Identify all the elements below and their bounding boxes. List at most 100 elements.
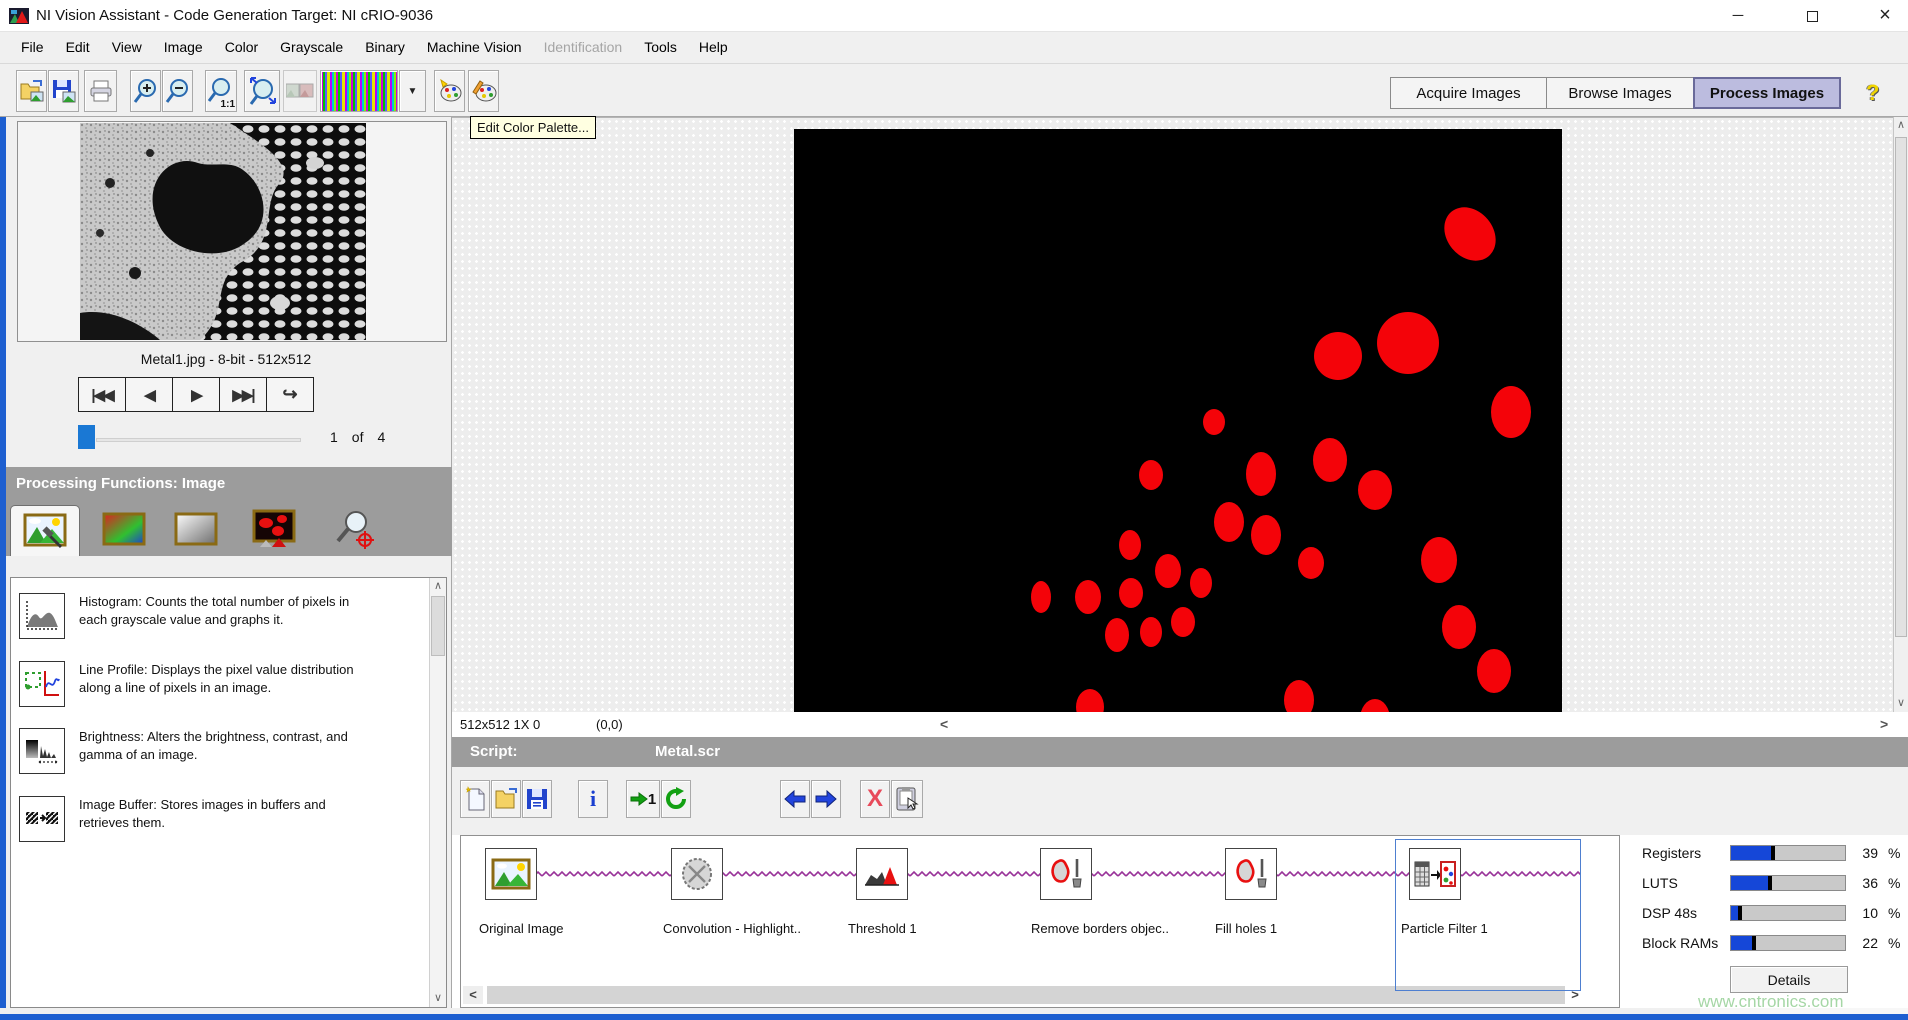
minimize-button[interactable]: ─ bbox=[1715, 0, 1761, 31]
tab-grayscale[interactable] bbox=[173, 511, 219, 547]
tab-color[interactable] bbox=[101, 511, 147, 547]
percent-unit: % bbox=[1888, 845, 1900, 861]
menu-machine-vision[interactable]: Machine Vision bbox=[416, 32, 533, 63]
menu-binary[interactable]: Binary bbox=[354, 32, 416, 63]
previous-image-button[interactable]: ◀ bbox=[125, 377, 173, 412]
help-button[interactable]: ? bbox=[1866, 80, 1879, 106]
menu-grayscale[interactable]: Grayscale bbox=[269, 32, 354, 63]
threshold-icon bbox=[863, 859, 901, 889]
new-script-button[interactable] bbox=[460, 780, 490, 818]
function-brightness[interactable]: Brightness: Alters the brightness, contr… bbox=[19, 728, 419, 774]
scroll-right-icon[interactable]: > bbox=[1880, 716, 1888, 732]
performance-meter-button[interactable] bbox=[891, 780, 923, 818]
image-slider-handle[interactable] bbox=[78, 425, 95, 449]
color-tab-icon bbox=[102, 512, 146, 546]
loop-images-button[interactable]: ↪ bbox=[266, 377, 314, 412]
zoom-out-button[interactable] bbox=[162, 70, 193, 112]
maximize-button[interactable] bbox=[1789, 0, 1835, 31]
open-folder-icon bbox=[19, 79, 45, 103]
print-button[interactable] bbox=[84, 70, 117, 112]
scroll-down-icon[interactable]: ∨ bbox=[1893, 695, 1908, 712]
step-threshold[interactable] bbox=[856, 848, 908, 900]
image-viewport bbox=[452, 117, 1893, 712]
scroll-down-icon[interactable]: ∨ bbox=[430, 990, 446, 1007]
save-image-button[interactable] bbox=[48, 70, 79, 112]
acquire-images-button[interactable]: Acquire Images bbox=[1390, 77, 1547, 109]
functions-list-scrollbar[interactable]: ∧ ∨ bbox=[429, 578, 446, 1007]
step-label[interactable]: Remove borders objec.. bbox=[1031, 921, 1169, 936]
script-steps-panel: Original Image Convolution - Highlight..… bbox=[460, 835, 1620, 1008]
browse-images-button[interactable]: Browse Images bbox=[1546, 77, 1694, 109]
tab-binary[interactable] bbox=[251, 511, 297, 547]
percent-unit: % bbox=[1888, 935, 1900, 951]
particle-blob bbox=[1314, 332, 1362, 380]
cursor-coordinates: (0,0) bbox=[596, 717, 623, 732]
zoom-in-button[interactable] bbox=[130, 70, 161, 112]
scrollbar-thumb[interactable] bbox=[1895, 137, 1907, 637]
open-image-button[interactable] bbox=[16, 70, 47, 112]
dsp48s-value: 10 bbox=[1850, 905, 1878, 921]
save-script-button[interactable] bbox=[522, 780, 552, 818]
zoom-out-icon bbox=[165, 78, 191, 104]
process-images-button[interactable]: Process Images bbox=[1693, 77, 1841, 109]
next-image-button[interactable]: ▶ bbox=[172, 377, 220, 412]
scroll-up-icon[interactable]: ∧ bbox=[430, 578, 446, 595]
menu-tools[interactable]: Tools bbox=[633, 32, 688, 63]
new-color-palette-button[interactable] bbox=[434, 70, 465, 112]
brightness-icon bbox=[19, 728, 65, 774]
function-histogram[interactable]: Histogram: Counts the total number of pi… bbox=[19, 593, 419, 639]
scrollbar-thumb[interactable] bbox=[431, 596, 445, 656]
menu-file[interactable]: File bbox=[10, 32, 55, 63]
step-fill-holes[interactable] bbox=[1225, 848, 1277, 900]
step-info-button[interactable]: i bbox=[578, 780, 608, 818]
percent-unit: % bbox=[1888, 875, 1900, 891]
last-image-button[interactable]: ▶▶| bbox=[219, 377, 267, 412]
zoom-1to1-button[interactable]: 1:1 bbox=[205, 70, 237, 112]
step-label[interactable]: Threshold 1 bbox=[848, 921, 917, 936]
image-tab-icon bbox=[23, 513, 67, 549]
processed-image[interactable] bbox=[794, 129, 1562, 713]
function-line-profile[interactable]: Line Profile: Displays the pixel value d… bbox=[19, 661, 419, 707]
compare-images-icon bbox=[286, 82, 314, 100]
viewport-vertical-scrollbar[interactable]: ∧ ∨ bbox=[1893, 117, 1908, 712]
metal-thumbnail-image[interactable] bbox=[80, 123, 366, 340]
function-image-buffer[interactable]: Image Buffer: Stores images in buffers a… bbox=[19, 796, 419, 842]
step-remove-borders[interactable] bbox=[1040, 848, 1092, 900]
close-button[interactable]: × bbox=[1862, 0, 1908, 31]
open-script-button[interactable] bbox=[491, 780, 521, 818]
step-label[interactable]: Fill holes 1 bbox=[1215, 921, 1277, 936]
edit-color-palette-button[interactable] bbox=[468, 70, 499, 112]
palette-dropdown-button[interactable]: ▼ bbox=[399, 70, 426, 112]
scroll-left-icon[interactable]: < bbox=[463, 986, 483, 1004]
run-once-button[interactable]: 1 bbox=[626, 780, 660, 818]
functions-list: Histogram: Counts the total number of pi… bbox=[10, 577, 447, 1008]
step-back-button[interactable] bbox=[780, 780, 810, 818]
menu-color[interactable]: Color bbox=[214, 32, 269, 63]
step-convolution[interactable] bbox=[671, 848, 723, 900]
run-script-button[interactable] bbox=[661, 780, 691, 818]
block-rams-usage-bar bbox=[1730, 935, 1846, 951]
scroll-up-icon[interactable]: ∧ bbox=[1893, 117, 1908, 134]
function-name: Image Buffer: bbox=[79, 797, 157, 812]
delete-step-button[interactable]: X bbox=[860, 780, 890, 818]
percent-unit: % bbox=[1888, 905, 1900, 921]
step-label[interactable]: Convolution - Highlight.. bbox=[663, 921, 801, 936]
step-forward-button[interactable] bbox=[811, 780, 841, 818]
zoom-fit-button[interactable] bbox=[244, 70, 280, 112]
step-particle-filter[interactable] bbox=[1409, 848, 1461, 900]
luts-usage-bar bbox=[1730, 875, 1846, 891]
scroll-left-icon[interactable]: < bbox=[940, 716, 948, 732]
menu-edit[interactable]: Edit bbox=[55, 32, 101, 63]
tab-machine-vision[interactable] bbox=[331, 511, 377, 547]
details-button[interactable]: Details bbox=[1730, 966, 1848, 993]
first-image-button[interactable]: |◀◀ bbox=[78, 377, 126, 412]
menu-help[interactable]: Help bbox=[688, 32, 739, 63]
menu-view[interactable]: View bbox=[101, 32, 153, 63]
step-label[interactable]: Original Image bbox=[479, 921, 564, 936]
menu-image[interactable]: Image bbox=[153, 32, 214, 63]
tab-image[interactable] bbox=[10, 505, 80, 556]
image-slider-track[interactable] bbox=[96, 438, 301, 442]
step-label[interactable]: Particle Filter 1 bbox=[1401, 921, 1488, 936]
step-original-image[interactable] bbox=[485, 848, 537, 900]
particle-blob bbox=[1284, 680, 1314, 713]
